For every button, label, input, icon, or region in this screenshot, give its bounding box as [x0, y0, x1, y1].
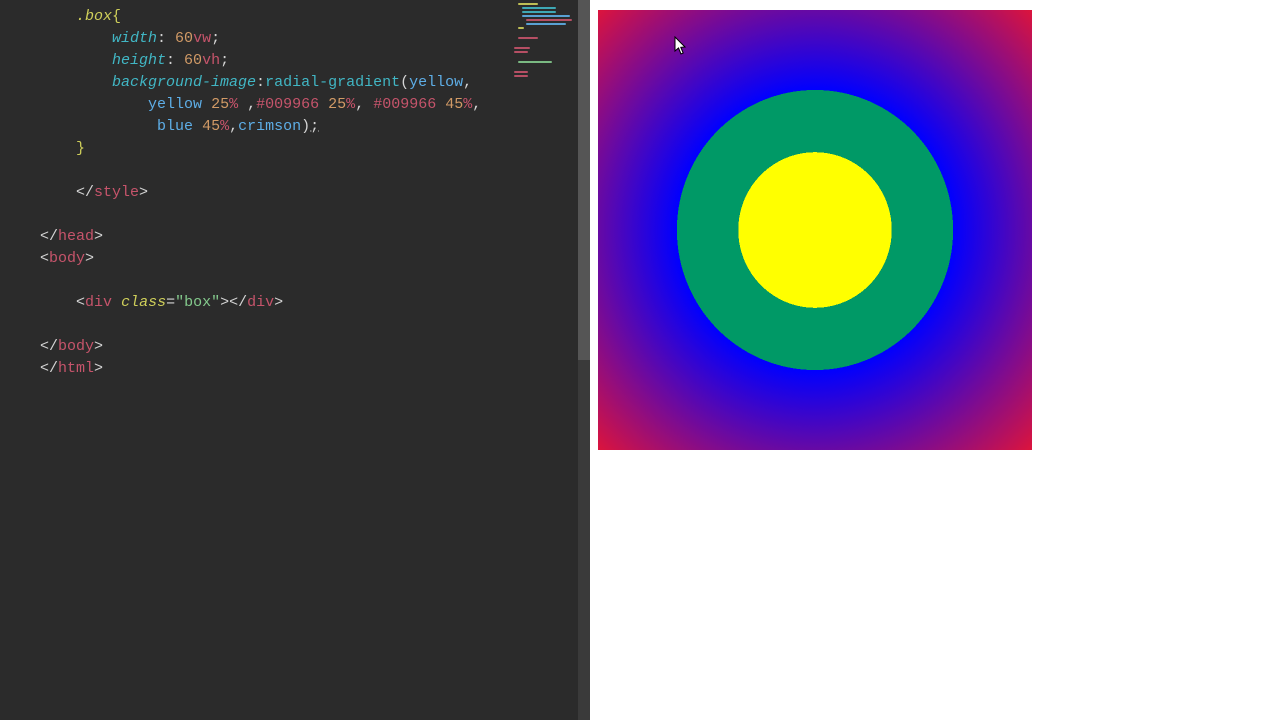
- brace-close: }: [76, 140, 85, 157]
- code-editor-pane[interactable]: .box{ width: 60vw; height: 60vh; backgro…: [0, 0, 590, 720]
- stop-yellow2: yellow: [148, 96, 202, 113]
- preview-pane: [590, 0, 1280, 720]
- css-selector: .box: [76, 8, 112, 25]
- editor-scrollbar-thumb[interactable]: [578, 0, 590, 360]
- stop-yellow1: yellow: [409, 74, 463, 91]
- fn-radial-gradient: radial-gradient: [265, 74, 400, 91]
- tag-body-open: body: [49, 250, 85, 267]
- rendered-box: [598, 10, 1032, 450]
- attr-class-val: "box": [175, 294, 220, 311]
- code-content[interactable]: .box{ width: 60vw; height: 60vh; backgro…: [40, 6, 590, 380]
- val-width-num: 60: [175, 30, 193, 47]
- editor-scrollbar[interactable]: [578, 0, 590, 720]
- tag-style-close: style: [94, 184, 139, 201]
- prop-height: height: [112, 52, 166, 69]
- tag-head-close: head: [58, 228, 94, 245]
- stop-crimson: crimson: [238, 118, 301, 135]
- val-height-unit: vh: [202, 52, 220, 69]
- stop-green1: #009966: [256, 96, 319, 113]
- stop-green2: #009966: [373, 96, 436, 113]
- val-height-num: 60: [184, 52, 202, 69]
- attr-class: class: [121, 294, 166, 311]
- tag-div: div: [85, 294, 112, 311]
- prop-bg: background-image: [112, 74, 256, 91]
- tag-body-close: body: [58, 338, 94, 355]
- stop-blue: blue: [157, 118, 193, 135]
- tag-html-close: html: [58, 360, 94, 377]
- val-width-unit: vw: [193, 30, 211, 47]
- brace-open: {: [112, 8, 121, 25]
- prop-width: width: [112, 30, 157, 47]
